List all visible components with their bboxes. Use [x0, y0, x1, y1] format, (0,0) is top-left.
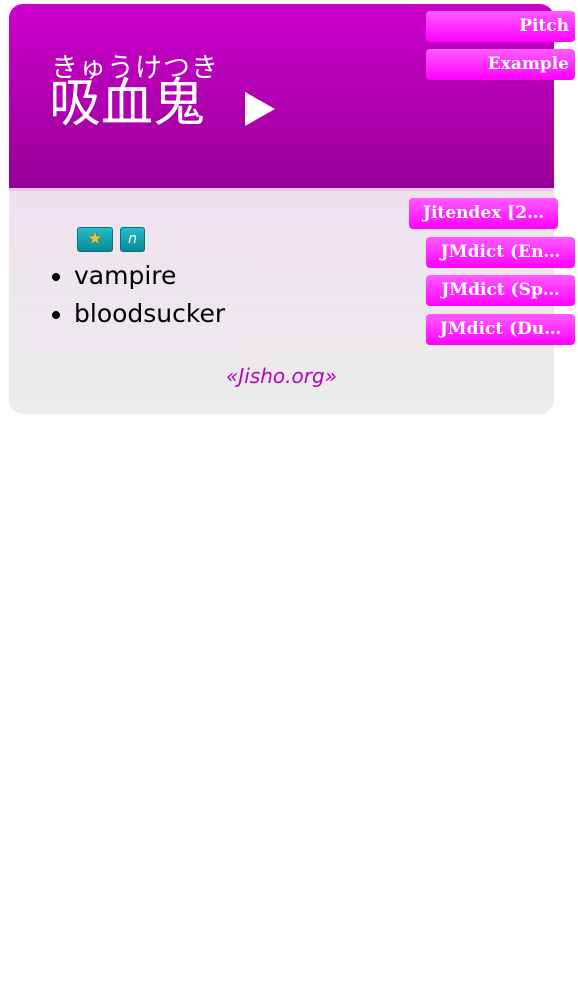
tab-jitendex[interactable]: Jitendex [2… — [409, 198, 558, 229]
play-audio-icon[interactable] — [245, 92, 275, 126]
word-kanji: 吸血鬼 — [49, 74, 206, 134]
tab-jmdict-dutch[interactable]: JMdict (Du… — [426, 314, 575, 345]
tab-jmdict-spanish[interactable]: JMdict (Sp… — [426, 275, 575, 306]
part-of-speech-tag[interactable]: n — [120, 227, 145, 252]
tab-pitch[interactable]: Pitch — [426, 11, 575, 42]
common-word-tag[interactable]: ★ — [77, 227, 113, 252]
tab-example[interactable]: Example — [426, 49, 575, 80]
star-icon: ★ — [87, 229, 103, 249]
source-link[interactable]: «Jisho.org» — [9, 364, 554, 388]
definition-item: bloodsucker — [74, 295, 225, 333]
tab-jmdict-english[interactable]: JMdict (En… — [426, 237, 575, 268]
definition-item: vampire — [74, 257, 225, 295]
definition-list: vampire bloodsucker — [48, 257, 225, 333]
